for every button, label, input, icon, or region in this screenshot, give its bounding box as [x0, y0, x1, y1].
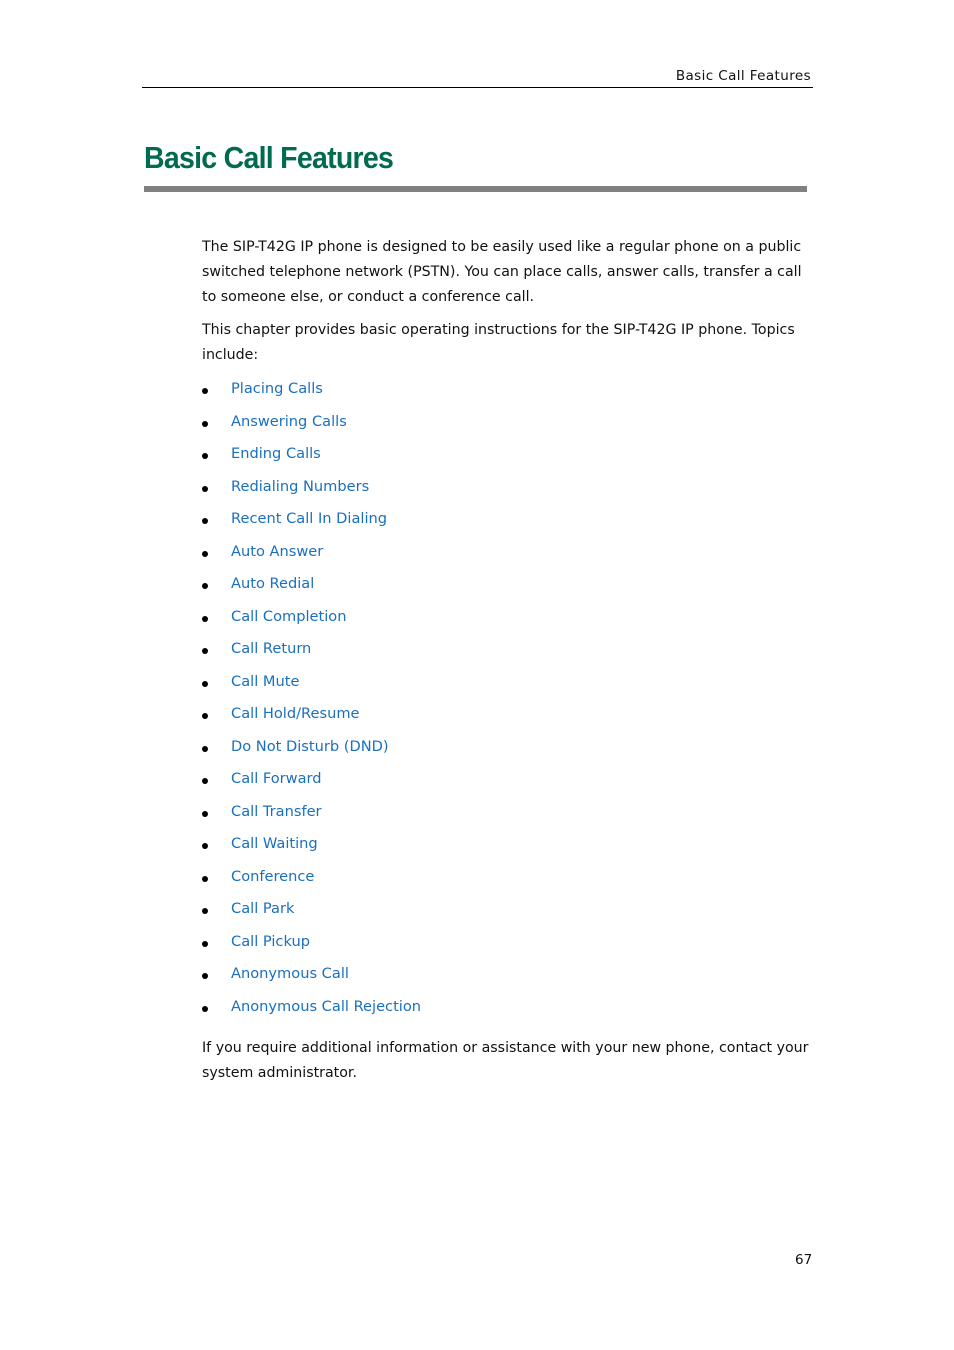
- list-item: Anonymous Call: [202, 965, 814, 1000]
- topic-link-call-mute[interactable]: Call Mute: [231, 673, 299, 691]
- topic-link-call-return[interactable]: Call Return: [231, 640, 311, 658]
- bullet-icon: [202, 388, 208, 394]
- topic-link-ending-calls[interactable]: Ending Calls: [231, 445, 321, 463]
- topics-list: Placing Calls Answering Calls Ending Cal…: [202, 380, 814, 1033]
- bullet-icon: [202, 875, 208, 882]
- topic-link-anonymous-call[interactable]: Anonymous Call: [231, 965, 349, 983]
- intro-paragraph-2: This chapter provides basic operating in…: [202, 322, 795, 363]
- topic-link-answering-calls[interactable]: Answering Calls: [231, 413, 347, 431]
- topic-link-call-pickup[interactable]: Call Pickup: [231, 933, 310, 951]
- bullet-icon: [202, 810, 208, 817]
- topic-link-call-waiting[interactable]: Call Waiting: [231, 835, 318, 853]
- bullet-icon: [202, 550, 208, 557]
- topic-link-redialing-numbers[interactable]: Redialing Numbers: [231, 478, 369, 496]
- intro-paragraph-1: The SIP-T42G IP phone is designed to be …: [202, 239, 802, 305]
- topic-link-placing-calls[interactable]: Placing Calls: [231, 380, 323, 398]
- list-item: Redialing Numbers: [202, 478, 814, 513]
- list-item: Anonymous Call Rejection: [202, 998, 814, 1033]
- list-item: Call Transfer: [202, 803, 814, 838]
- list-item: Call Mute: [202, 673, 814, 708]
- bullet-icon: [202, 745, 208, 752]
- topic-link-call-completion[interactable]: Call Completion: [231, 608, 346, 626]
- topic-link-recent-call-in-dialing[interactable]: Recent Call In Dialing: [231, 510, 387, 528]
- topic-link-anonymous-call-rejection[interactable]: Anonymous Call Rejection: [231, 998, 421, 1016]
- bullet-icon: [202, 973, 208, 979]
- list-item: Call Completion: [202, 608, 814, 643]
- topic-link-auto-answer[interactable]: Auto Answer: [231, 543, 323, 561]
- chapter-body: The SIP-T42G IP phone is designed to be …: [202, 235, 814, 1094]
- bullet-icon: [202, 940, 208, 947]
- topic-link-call-forward[interactable]: Call Forward: [231, 770, 322, 788]
- list-item: Auto Redial: [202, 575, 814, 610]
- list-item: Call Waiting: [202, 835, 814, 870]
- bullet-icon: [202, 485, 208, 492]
- list-item: Auto Answer: [202, 543, 814, 578]
- bullet-icon: [202, 453, 208, 459]
- bullet-icon: [202, 908, 208, 914]
- bullet-icon: [202, 420, 208, 427]
- list-item: Call Return: [202, 640, 814, 675]
- title-rule: [144, 186, 807, 192]
- topic-link-call-park[interactable]: Call Park: [231, 900, 294, 918]
- bullet-icon: [202, 648, 208, 654]
- list-item: Call Hold/Resume: [202, 705, 814, 740]
- list-item: Call Pickup: [202, 933, 814, 968]
- bullet-icon: [202, 713, 208, 719]
- bullet-icon: [202, 778, 208, 784]
- list-item: Placing Calls: [202, 380, 814, 415]
- list-item: Conference: [202, 868, 814, 903]
- topic-link-auto-redial[interactable]: Auto Redial: [231, 575, 314, 593]
- list-item: Recent Call In Dialing: [202, 510, 814, 545]
- list-item: Ending Calls: [202, 445, 814, 480]
- bullet-icon: [202, 615, 208, 622]
- bullet-icon: [202, 843, 208, 849]
- chapter-title: Basic Call Features: [144, 140, 394, 175]
- bullet-icon: [202, 680, 208, 687]
- list-item: Answering Calls: [202, 413, 814, 448]
- topic-link-do-not-disturb[interactable]: Do Not Disturb (DND): [231, 738, 389, 756]
- topic-link-call-hold-resume[interactable]: Call Hold/Resume: [231, 705, 360, 723]
- bullet-icon: [202, 518, 208, 524]
- topic-link-conference[interactable]: Conference: [231, 868, 314, 886]
- bullet-icon: [202, 583, 208, 589]
- list-item: Do Not Disturb (DND): [202, 738, 814, 773]
- list-item: Call Park: [202, 900, 814, 935]
- list-item: Call Forward: [202, 770, 814, 805]
- bullet-icon: [202, 1005, 208, 1012]
- topic-link-call-transfer[interactable]: Call Transfer: [231, 803, 322, 821]
- running-header-title: Basic Call Features: [675, 68, 811, 84]
- closing-paragraph: If you require additional information or…: [202, 1040, 809, 1081]
- running-header: Basic Call Features: [142, 66, 813, 88]
- page-number: 67: [795, 1252, 813, 1268]
